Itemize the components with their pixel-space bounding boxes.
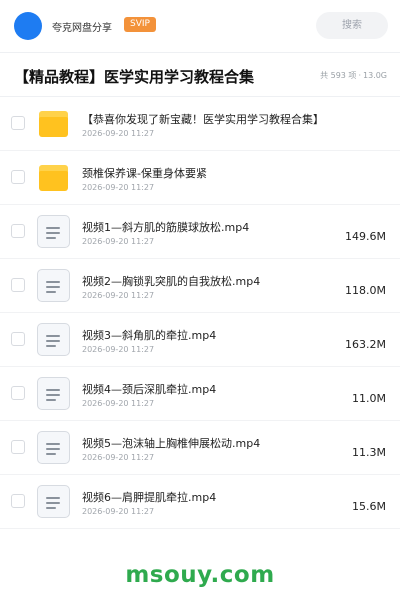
folder-icon bbox=[37, 161, 70, 194]
divider bbox=[0, 52, 400, 53]
folder-row[interactable]: 颈椎保养课-保重身体要紧 2026-09-20 11:27 bbox=[0, 151, 400, 205]
file-name: 视频4—颈后深肌牵拉.mp4 bbox=[82, 383, 217, 396]
document-icon bbox=[37, 377, 70, 410]
document-icon bbox=[37, 215, 70, 248]
file-row[interactable]: 视频6—肩胛提肌牵拉.mp4 2026-09-20 11:27 15.6M bbox=[0, 475, 400, 529]
file-date: 2026-09-20 11:27 bbox=[82, 453, 155, 462]
file-size: 15.6M bbox=[352, 500, 386, 513]
file-row[interactable]: 视频4—颈后深肌牵拉.mp4 2026-09-20 11:27 11.0M bbox=[0, 367, 400, 421]
document-icon bbox=[37, 269, 70, 302]
file-row[interactable]: 视频1—斜方肌的筋膜球放松.mp4 2026-09-20 11:27 149.6M bbox=[0, 205, 400, 259]
folder-icon bbox=[37, 107, 70, 140]
file-name: 视频1—斜方肌的筋膜球放松.mp4 bbox=[82, 221, 250, 234]
row-checkbox[interactable] bbox=[11, 224, 25, 238]
file-size: 11.3M bbox=[352, 446, 386, 459]
row-checkbox[interactable] bbox=[11, 386, 25, 400]
file-date: 2026-09-20 11:27 bbox=[82, 129, 155, 138]
svip-badge: SVIP bbox=[124, 17, 156, 32]
file-name: 视频2—胸锁乳突肌的自我放松.mp4 bbox=[82, 275, 261, 288]
file-size: 11.0M bbox=[352, 392, 386, 405]
file-row[interactable]: 视频2—胸锁乳突肌的自我放松.mp4 2026-09-20 11:27 118.0M bbox=[0, 259, 400, 313]
watermark: msouy.com bbox=[125, 562, 275, 588]
row-checkbox[interactable] bbox=[11, 440, 25, 454]
file-date: 2026-09-20 11:27 bbox=[82, 399, 155, 408]
file-list: 【恭喜你发现了新宝藏！医学实用学习教程合集】 2026-09-20 11:27 颈椎… bbox=[0, 97, 400, 529]
file-date: 2026-09-20 11:27 bbox=[82, 345, 155, 354]
row-checkbox[interactable] bbox=[11, 332, 25, 346]
avatar[interactable] bbox=[14, 12, 42, 40]
row-checkbox[interactable] bbox=[11, 116, 25, 130]
sharer-name: 夸克网盘分享 bbox=[52, 23, 112, 34]
share-meta: 共 593 项 · 13.0G bbox=[320, 71, 387, 80]
file-date: 2026-09-20 11:27 bbox=[82, 183, 155, 192]
total-size: 13.0G bbox=[362, 71, 387, 80]
document-icon bbox=[37, 323, 70, 356]
file-date: 2026-09-20 11:27 bbox=[82, 237, 155, 246]
file-row[interactable]: 视频5—泡沫轴上胸椎伸展松动.mp4 2026-09-20 11:27 11.3M bbox=[0, 421, 400, 475]
file-date: 2026-09-20 11:27 bbox=[82, 291, 155, 300]
file-name: 视频3—斜角肌的牵拉.mp4 bbox=[82, 329, 217, 342]
row-checkbox[interactable] bbox=[11, 494, 25, 508]
search-button[interactable]: 搜索 bbox=[316, 12, 388, 39]
document-icon bbox=[37, 485, 70, 518]
file-row[interactable]: 视频3—斜角肌的牵拉.mp4 2026-09-20 11:27 163.2M bbox=[0, 313, 400, 367]
file-name: 颈椎保养课-保重身体要紧 bbox=[82, 167, 207, 180]
item-count: 共 593 项 bbox=[320, 71, 357, 80]
row-checkbox[interactable] bbox=[11, 278, 25, 292]
file-size: 118.0M bbox=[345, 284, 386, 297]
file-name: 视频5—泡沫轴上胸椎伸展松动.mp4 bbox=[82, 437, 261, 450]
file-size: 163.2M bbox=[345, 338, 386, 351]
file-date: 2026-09-20 11:27 bbox=[82, 507, 155, 516]
file-size: 149.6M bbox=[345, 230, 386, 243]
page-title: 【精品教程】医学实用学习教程合集 bbox=[14, 68, 255, 86]
top-bar: 夸克网盘分享 SVIP 搜索 bbox=[0, 0, 400, 50]
file-name: 【恭喜你发现了新宝藏！医学实用学习教程合集】 bbox=[82, 113, 324, 126]
share-title-row: 【精品教程】医学实用学习教程合集 共 593 项 · 13.0G bbox=[0, 56, 400, 94]
folder-row[interactable]: 【恭喜你发现了新宝藏！医学实用学习教程合集】 2026-09-20 11:27 bbox=[0, 97, 400, 151]
document-icon bbox=[37, 431, 70, 464]
row-checkbox[interactable] bbox=[11, 170, 25, 184]
file-name: 视频6—肩胛提肌牵拉.mp4 bbox=[82, 491, 217, 504]
